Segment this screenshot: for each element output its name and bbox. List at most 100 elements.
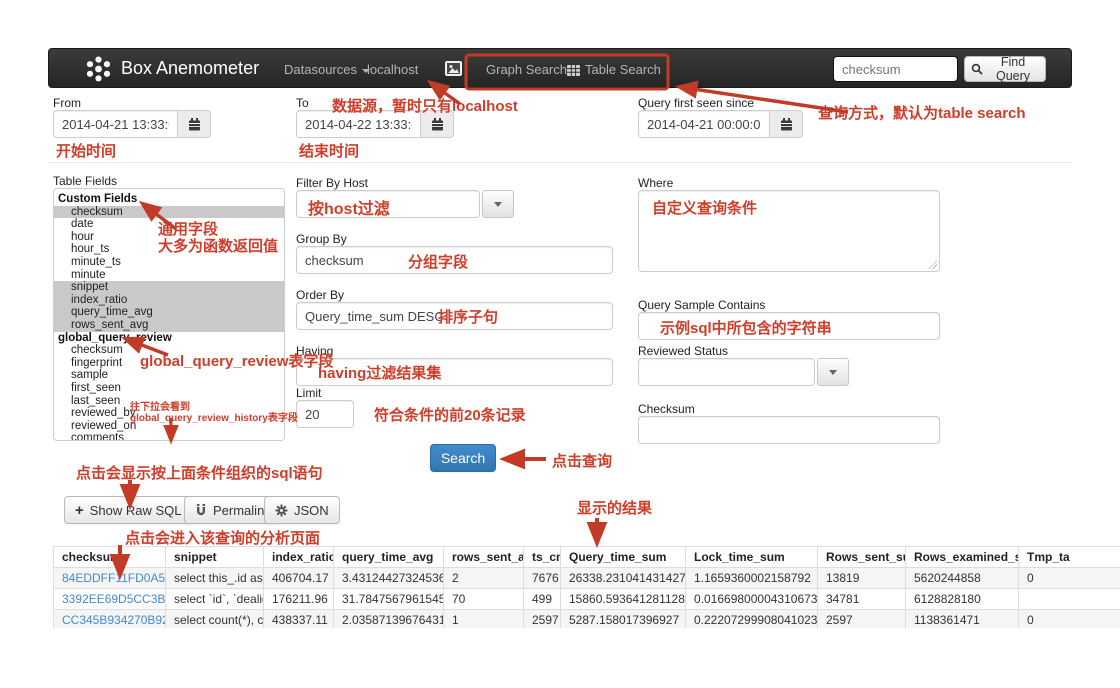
reviewed-status-select[interactable] bbox=[638, 358, 815, 386]
search-icon bbox=[971, 63, 983, 75]
field-option[interactable]: rows_sent_avg bbox=[54, 319, 284, 332]
table-fields-label: Table Fields bbox=[53, 174, 117, 188]
annotation-common-fields-2: 大多为函数返回值 bbox=[158, 235, 278, 256]
field-group-label: global_query_review bbox=[54, 332, 284, 345]
results-column-header: rows_sent_avg bbox=[444, 547, 524, 568]
results-column-header: query_time_avg bbox=[334, 547, 444, 568]
table-cell: 5620244858 bbox=[906, 568, 1019, 589]
field-group-label: Custom Fields bbox=[54, 193, 284, 206]
checksum-input[interactable] bbox=[638, 416, 940, 444]
annotation-results: 显示的结果 bbox=[577, 497, 652, 518]
annotation-click-search: 点击查询 bbox=[552, 450, 612, 471]
annotation-to-time: 结束时间 bbox=[299, 140, 359, 161]
table-cell: 0.22207299908041023 bbox=[686, 610, 818, 629]
annotation-group-by: 分组字段 bbox=[408, 251, 468, 272]
table-cell: 0 bbox=[1019, 568, 1120, 589]
field-option[interactable]: comments bbox=[54, 432, 284, 441]
nav-datasources[interactable]: Datasources bbox=[284, 62, 370, 77]
results-column-header: Tmp_ta bbox=[1019, 547, 1120, 568]
chevron-down-icon bbox=[829, 370, 837, 375]
table-icon bbox=[567, 63, 580, 81]
results-column-header: Lock_time_sum bbox=[686, 547, 818, 568]
checksum-link[interactable]: CC345B934270B925 bbox=[62, 613, 166, 627]
table-cell: 6128828180 bbox=[906, 589, 1019, 610]
table-cell: 3.431244273245366 bbox=[334, 568, 444, 589]
show-raw-sql-button[interactable]: + Show Raw SQL bbox=[64, 496, 193, 524]
brand-title[interactable]: Box Anemometer bbox=[121, 58, 259, 79]
first-seen-input[interactable] bbox=[638, 110, 770, 138]
table-cell: 2.0358713967643154 bbox=[334, 610, 444, 629]
table-cell: 0.01669800004310673 bbox=[686, 589, 818, 610]
annotation-scroll-2: global_query_review_history表字段 bbox=[130, 409, 298, 424]
results-table: checksumsnippetindex_ratioquery_time_avg… bbox=[53, 546, 1120, 628]
plus-icon: + bbox=[75, 502, 84, 519]
to-label: To bbox=[296, 96, 309, 110]
table-cell: 0 bbox=[1019, 610, 1120, 629]
json-button[interactable]: JSON bbox=[264, 496, 340, 524]
annotation-from-time: 开始时间 bbox=[56, 140, 116, 161]
from-input[interactable] bbox=[53, 110, 178, 138]
field-option[interactable]: minute_ts bbox=[54, 256, 284, 269]
group-by-label: Group By bbox=[296, 232, 347, 246]
results-column-header: ts_cnt bbox=[524, 547, 561, 568]
field-option[interactable]: checksum bbox=[54, 206, 284, 219]
where-label: Where bbox=[638, 176, 673, 190]
results-header-row: checksumsnippetindex_ratioquery_time_avg… bbox=[54, 547, 1120, 568]
navbar-search-input[interactable] bbox=[833, 56, 958, 82]
field-option[interactable]: sample bbox=[54, 369, 284, 382]
results-tbody: 84EDDFF11FD0A5select this_.id as i406704… bbox=[54, 568, 1120, 629]
resize-handle[interactable] bbox=[928, 260, 937, 269]
find-query-button[interactable]: Find Query bbox=[964, 56, 1046, 82]
table-cell: 176211.96 bbox=[264, 589, 334, 610]
results-column-header: Rows_examined_sum bbox=[906, 547, 1019, 568]
field-option[interactable]: index_ratio bbox=[54, 294, 284, 307]
results-column-header: Rows_sent_sum bbox=[818, 547, 906, 568]
show-raw-sql-label: Show Raw SQL bbox=[90, 503, 182, 518]
first-seen-calendar-button[interactable] bbox=[770, 110, 803, 138]
calendar-icon bbox=[780, 118, 793, 131]
annotation-order-by: 排序子句 bbox=[438, 306, 498, 327]
annotation-show-sql: 点击会显示按上面条件组织的sql语句 bbox=[76, 462, 323, 483]
annotation-limit: 符合条件的前20条记录 bbox=[374, 404, 526, 425]
results-column-header: snippet bbox=[166, 547, 264, 568]
field-option[interactable]: minute bbox=[54, 269, 284, 282]
table-cell: 1.1659360002158792 bbox=[686, 568, 818, 589]
limit-input[interactable] bbox=[296, 400, 354, 428]
table-cell: 7676 bbox=[524, 568, 561, 589]
checksum-link[interactable]: 3392EE69D5CC3BB8 bbox=[62, 592, 166, 606]
checksum-link[interactable]: 84EDDFF11FD0A5 bbox=[62, 571, 165, 585]
table-cell: 499 bbox=[524, 589, 561, 610]
annotation-where: 自定义查询条件 bbox=[652, 197, 757, 218]
magnet-icon bbox=[195, 504, 207, 517]
annotation-search-mode: 查询方式，默认为table search bbox=[818, 102, 1026, 123]
nav-datasource-localhost[interactable]: localhost bbox=[367, 62, 418, 77]
table-cell: select `id`, `dealid bbox=[166, 589, 264, 610]
field-option[interactable]: first_seen bbox=[54, 382, 284, 395]
field-option[interactable]: snippet bbox=[54, 281, 284, 294]
table-cell: 1138361471 bbox=[906, 610, 1019, 629]
gear-icon bbox=[275, 504, 288, 517]
table-row: 84EDDFF11FD0A5select this_.id as i406704… bbox=[54, 568, 1120, 589]
reviewed-status-caret-button[interactable] bbox=[817, 358, 849, 386]
reviewed-status-label: Reviewed Status bbox=[638, 344, 728, 358]
table-cell: 34781 bbox=[818, 589, 906, 610]
picture-icon[interactable] bbox=[445, 61, 462, 81]
filter-by-host-caret-button[interactable] bbox=[482, 190, 514, 218]
results-column-header: checksum bbox=[54, 547, 166, 568]
nav-table-search[interactable]: Table Search bbox=[585, 62, 661, 77]
checksum-label: Checksum bbox=[638, 402, 695, 416]
annotation-having: having过滤结果集 bbox=[318, 362, 441, 383]
search-button[interactable]: Search bbox=[430, 444, 496, 472]
table-cell: 26338.231041431427 bbox=[561, 568, 686, 589]
permalink-label: Permalink bbox=[213, 503, 271, 518]
field-option[interactable]: query_time_avg bbox=[54, 306, 284, 319]
table-cell: 2597 bbox=[818, 610, 906, 629]
table-cell: 31.784756796154564 bbox=[334, 589, 444, 610]
annotation-sample-contains: 示例sql中所包含的字符串 bbox=[660, 317, 832, 338]
annotation-gqr-fields: global_query_review表字段 bbox=[140, 350, 333, 371]
find-query-label: Find Query bbox=[987, 55, 1039, 83]
table-cell: 5287.158017396927 bbox=[561, 610, 686, 629]
nav-graph-search[interactable]: Graph Search bbox=[486, 62, 567, 77]
from-calendar-button[interactable] bbox=[178, 110, 211, 138]
limit-label: Limit bbox=[296, 386, 321, 400]
